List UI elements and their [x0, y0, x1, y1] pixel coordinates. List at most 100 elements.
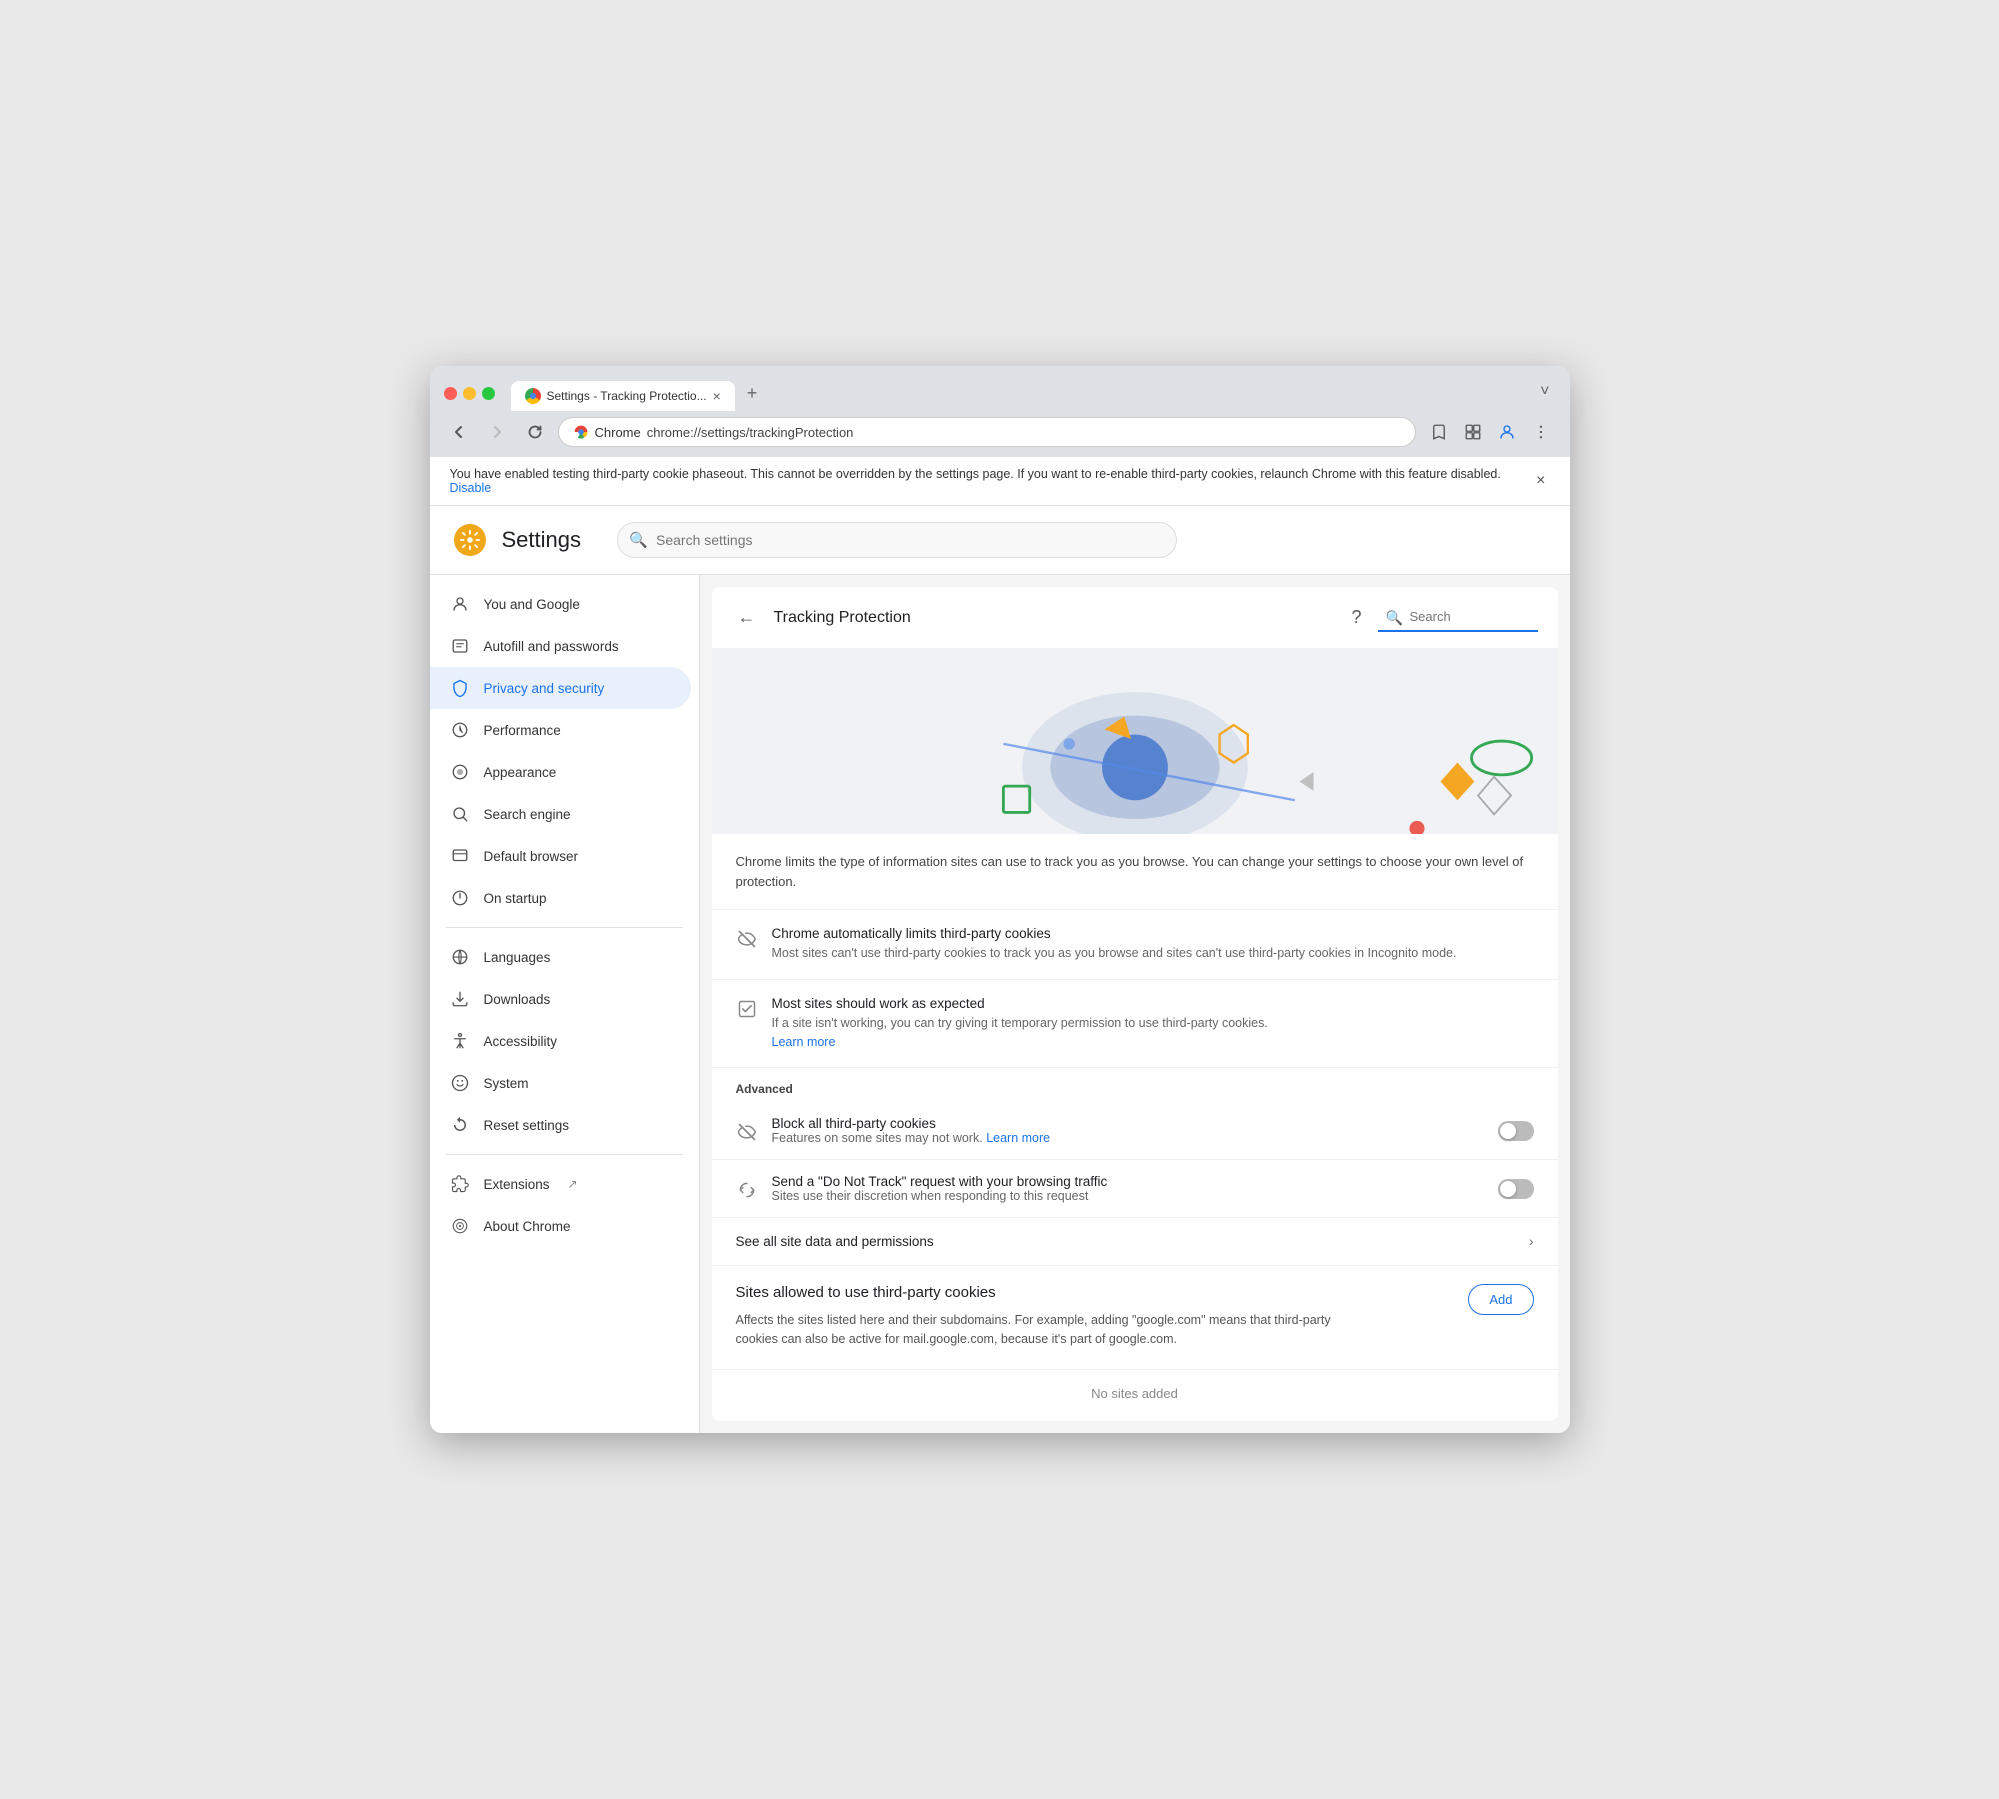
panel-title: Tracking Protection [774, 609, 1336, 627]
more-options-button[interactable] [1526, 417, 1556, 447]
appearance-icon [450, 762, 470, 782]
settings-search-area: 🔍 [617, 522, 1177, 558]
chrome-logo-icon [573, 424, 589, 440]
sidebar-item-on-startup[interactable]: On startup [430, 877, 691, 919]
search-engine-icon [450, 804, 470, 824]
settings-search-input[interactable] [617, 522, 1177, 558]
toggle-block-all[interactable] [1498, 1121, 1534, 1141]
sidebar-label-downloads: Downloads [484, 992, 551, 1007]
see-all-label: See all site data and permissions [736, 1234, 934, 1249]
title-bar-menu-button[interactable]: ˅ [1534, 379, 1555, 405]
external-link-icon: ↗ [568, 1177, 578, 1191]
hero-illustration [712, 649, 1558, 834]
banner-text: You have enabled testing third-party coo… [450, 467, 1527, 495]
reload-button[interactable] [520, 419, 550, 445]
sidebar-item-you-and-google[interactable]: You and Google [430, 583, 691, 625]
title-bar-controls: ˅ [1534, 379, 1555, 409]
allowed-section: Sites allowed to use third-party cookies… [712, 1266, 1558, 1370]
sidebar-item-downloads[interactable]: Downloads [430, 978, 691, 1020]
panel-header: ← Tracking Protection ? 🔍 [712, 587, 1558, 649]
extensions-icon [1464, 423, 1482, 441]
sidebar-label-reset: Reset settings [484, 1118, 570, 1133]
minimize-window-button[interactable] [463, 387, 476, 400]
disable-link[interactable]: Disable [450, 481, 492, 495]
bookmark-icon [1430, 423, 1448, 441]
nav-icons [1424, 417, 1556, 447]
feature-title-sites-work: Most sites should work as expected [772, 996, 1534, 1011]
sidebar-item-appearance[interactable]: Appearance [430, 751, 691, 793]
new-tab-button[interactable]: + [737, 376, 768, 411]
close-window-button[interactable] [444, 387, 457, 400]
learn-more-link-2[interactable]: Learn more [986, 1131, 1050, 1145]
sidebar-item-accessibility[interactable]: Accessibility [430, 1020, 691, 1062]
main-content: ← Tracking Protection ? 🔍 [700, 575, 1570, 1433]
sidebar-item-reset[interactable]: Reset settings [430, 1104, 691, 1146]
sidebar-item-performance[interactable]: Performance [430, 709, 691, 751]
sidebar-item-autofill[interactable]: Autofill and passwords [430, 625, 691, 667]
system-icon [450, 1073, 470, 1093]
sidebar-label-appearance: Appearance [484, 765, 557, 780]
block-cookies-icon [736, 1121, 758, 1143]
browser-window: Settings - Tracking Protectio... × + ˅ C… [430, 366, 1570, 1433]
bookmark-button[interactable] [1424, 417, 1454, 447]
default-browser-icon [450, 846, 470, 866]
tabs-row: Settings - Tracking Protectio... × + [511, 376, 1527, 411]
url-text[interactable]: chrome://settings/trackingProtection [647, 425, 1401, 440]
sidebar-item-privacy[interactable]: Privacy and security [430, 667, 691, 709]
panel-back-button[interactable]: ← [732, 603, 762, 632]
sidebar-label-search-engine: Search engine [484, 807, 571, 822]
tab-close-button[interactable]: × [713, 388, 721, 404]
eye-off-icon-1 [736, 928, 758, 950]
reset-icon [450, 1115, 470, 1135]
tab-title: Settings - Tracking Protectio... [547, 389, 707, 403]
maximize-window-button[interactable] [482, 387, 495, 400]
settings-body: You and Google Autofill and passwords Pr… [430, 575, 1570, 1433]
extensions-button[interactable] [1458, 417, 1488, 447]
learn-more-link-1[interactable]: Learn more [772, 1035, 836, 1049]
traffic-lights [444, 387, 495, 400]
feature-title-auto-limit: Chrome automatically limits third-party … [772, 926, 1534, 941]
sidebar-item-search-engine[interactable]: Search engine [430, 793, 691, 835]
sidebar-label-languages: Languages [484, 950, 551, 965]
sidebar-label-performance: Performance [484, 723, 561, 738]
panel-search-icon: 🔍 [1386, 609, 1403, 626]
allowed-title: Sites allowed to use third-party cookies [736, 1284, 1335, 1301]
hero-svg [712, 649, 1558, 834]
allowed-header-row: Sites allowed to use third-party cookies… [736, 1284, 1534, 1363]
back-button[interactable] [444, 419, 474, 445]
sidebar-label-default-browser: Default browser [484, 849, 579, 864]
settings-logo-icon [459, 529, 481, 551]
sidebar-item-extensions[interactable]: Extensions ↗ [430, 1163, 691, 1205]
banner-close-button[interactable]: × [1532, 472, 1549, 490]
performance-icon [450, 720, 470, 740]
settings-header: Settings 🔍 [430, 506, 1570, 575]
toggle-title-do-not-track: Send a "Do Not Track" request with your … [772, 1174, 1484, 1189]
sidebar-item-default-browser[interactable]: Default browser [430, 835, 691, 877]
reload-icon [527, 424, 543, 440]
more-icon [1532, 423, 1550, 441]
info-banner: You have enabled testing third-party coo… [430, 457, 1570, 506]
description-text: Chrome limits the type of information si… [736, 852, 1534, 891]
sidebar-item-system[interactable]: System [430, 1062, 691, 1104]
sidebar: You and Google Autofill and passwords Pr… [430, 575, 700, 1433]
see-all-site-data-row[interactable]: See all site data and permissions › [712, 1218, 1558, 1266]
toggle-do-not-track[interactable] [1498, 1179, 1534, 1199]
startup-icon [450, 888, 470, 908]
feature-text-sites-work: Most sites should work as expected If a … [772, 996, 1534, 1052]
toggle-row-do-not-track: Send a "Do Not Track" request with your … [712, 1160, 1558, 1218]
forward-button[interactable] [482, 419, 512, 445]
tab-favicon-icon [525, 388, 541, 404]
add-site-button[interactable]: Add [1468, 1284, 1533, 1315]
allowed-text-area: Sites allowed to use third-party cookies… [736, 1284, 1335, 1363]
no-sites-message: No sites added [712, 1370, 1558, 1421]
advanced-section-label: Advanced [712, 1068, 1558, 1102]
sidebar-item-languages[interactable]: Languages [430, 936, 691, 978]
sidebar-item-about[interactable]: About Chrome [430, 1205, 691, 1247]
profile-button[interactable] [1492, 417, 1522, 447]
feature-text-auto-limit: Chrome automatically limits third-party … [772, 926, 1534, 963]
sidebar-label-you-and-google: You and Google [484, 597, 580, 612]
panel-help-button[interactable]: ? [1347, 603, 1365, 632]
active-tab[interactable]: Settings - Tracking Protectio... × [511, 381, 735, 411]
feature-desc-auto-limit: Most sites can't use third-party cookies… [772, 944, 1534, 963]
address-bar[interactable]: Chrome chrome://settings/trackingProtect… [558, 417, 1416, 447]
